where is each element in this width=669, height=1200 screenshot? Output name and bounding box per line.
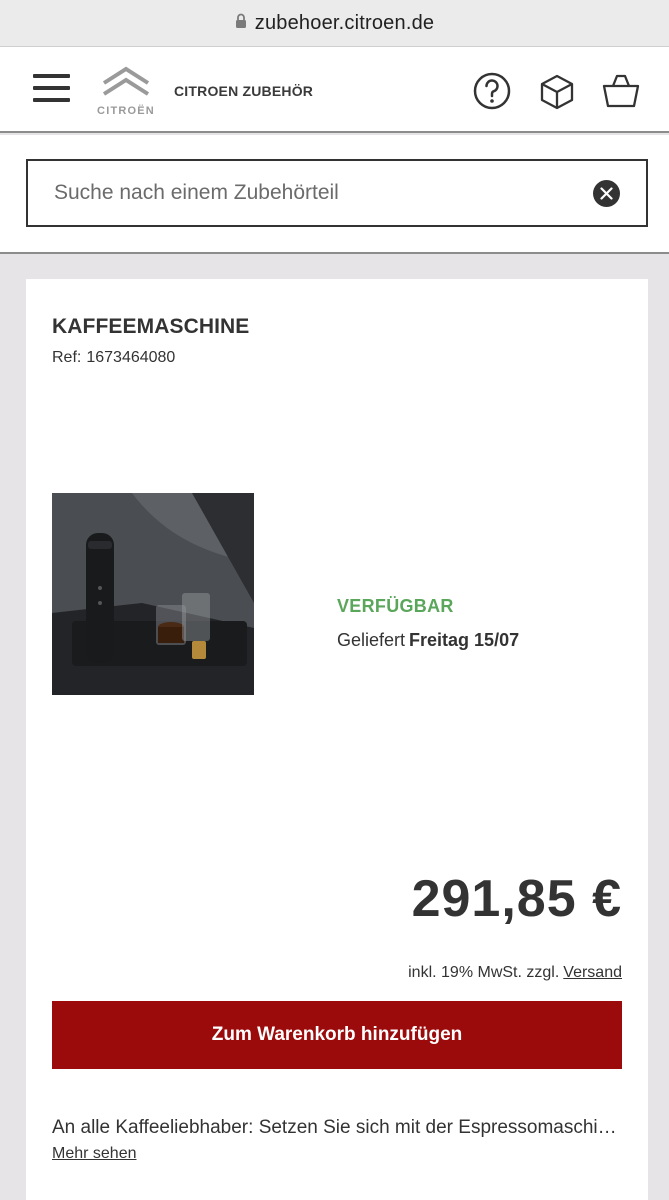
citroen-logo[interactable]: CITROËN [88, 63, 164, 119]
product-ref: Ref: 1673464080 [52, 349, 175, 367]
menu-icon[interactable] [33, 74, 71, 104]
close-icon[interactable] [593, 180, 620, 207]
svg-text:CITROËN: CITROËN [97, 104, 155, 117]
search-box [26, 159, 648, 227]
shipping-link[interactable]: Versand [563, 964, 622, 981]
ref-label: Ref: [52, 349, 82, 366]
product-title: KAFFEEMASCHINE [52, 315, 250, 338]
delivery-date: Freitag 15/07 [409, 630, 520, 650]
search-input[interactable] [54, 161, 574, 225]
browser-url-bar[interactable]: zubehoer.citroen.de [0, 0, 669, 47]
more-link[interactable]: Mehr sehen [52, 1145, 137, 1163]
tax-note: inkl. 19% MwSt. zzgl. Versand [408, 964, 622, 982]
help-icon[interactable] [472, 71, 512, 111]
site-header: CITROËN CITROEN ZUBEHÖR [0, 47, 669, 133]
search-section [0, 135, 669, 254]
product-description: An alle Kaffeeliebhaber: Setzen Sie sich… [52, 1117, 617, 1138]
url-text: zubehoer.citroen.de [254, 11, 435, 34]
product-price: 291,85 € [411, 870, 622, 928]
add-to-cart-button[interactable]: Zum Warenkorb hinzufügen [52, 1001, 622, 1069]
delivery-label: Geliefert [337, 630, 406, 650]
box-icon[interactable] [537, 71, 577, 111]
ref-number: 1673464080 [86, 349, 176, 366]
availability-status: VERFÜGBAR [337, 596, 454, 616]
site-title: CITROEN ZUBEHÖR [174, 83, 314, 99]
delivery-info: Geliefert Freitag 15/07 [337, 630, 519, 651]
basket-icon[interactable] [601, 71, 641, 111]
lock-icon [235, 13, 247, 34]
product-card: KAFFEEMASCHINE Ref: 1673464080 VERFÜGBAR … [26, 279, 648, 1200]
product-image[interactable] [52, 493, 254, 695]
tax-text: inkl. 19% MwSt. zzgl. [408, 964, 560, 981]
